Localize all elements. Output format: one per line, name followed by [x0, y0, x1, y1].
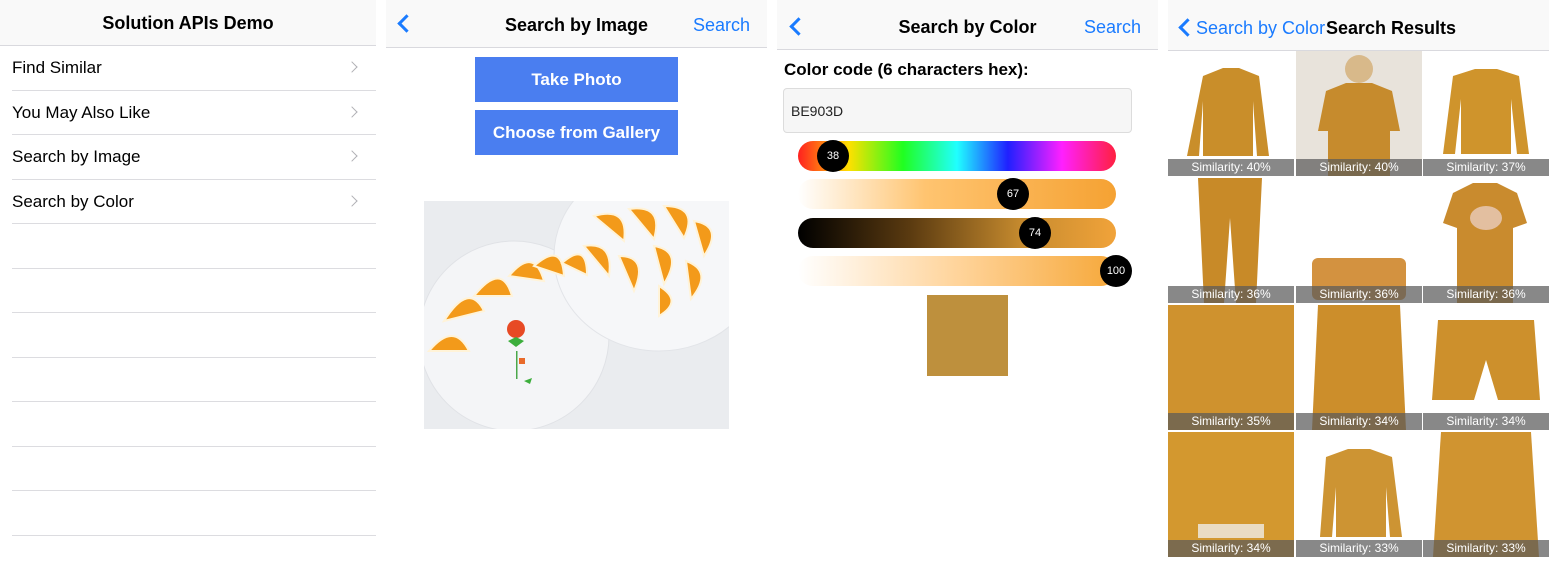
- list-item-find-similar[interactable]: Find Similar: [12, 46, 376, 91]
- empty-row: [12, 358, 376, 402]
- result-item[interactable]: Similarity: 34%: [1423, 305, 1549, 430]
- back-chevron-icon[interactable]: [1178, 18, 1197, 37]
- back-button[interactable]: Search by Color: [1196, 18, 1325, 39]
- search-by-color-screen: Search by Color Search Color code (6 cha…: [777, 0, 1158, 562]
- similarity-label: Similarity: 36%: [1296, 286, 1422, 303]
- take-photo-button[interactable]: Take Photo: [475, 57, 678, 102]
- empty-row: [12, 224, 376, 269]
- empty-row: [12, 269, 376, 313]
- brightness-slider[interactable]: 74: [798, 217, 1116, 249]
- list-item-label: Search by Image: [12, 147, 141, 166]
- pants-image: [1198, 178, 1262, 303]
- wallet-image: [1312, 258, 1406, 300]
- similarity-label: Similarity: 34%: [1423, 413, 1549, 430]
- cardigan-image: [1320, 449, 1402, 537]
- hex-color-input[interactable]: [783, 88, 1132, 133]
- list-item-label: Search by Color: [12, 191, 134, 211]
- result-item[interactable]: Similarity: 40%: [1168, 51, 1294, 176]
- oranges-photo: [424, 201, 729, 429]
- similarity-label: Similarity: 36%: [1423, 286, 1549, 303]
- list-item-you-may-also-like[interactable]: You May Also Like: [12, 91, 376, 135]
- saturation-thumb[interactable]: 67: [997, 178, 1029, 210]
- brightness-thumb[interactable]: 74: [1019, 217, 1051, 249]
- result-item[interactable]: Similarity: 33%: [1423, 432, 1549, 557]
- empty-row: [12, 491, 376, 536]
- similarity-label: Similarity: 36%: [1168, 286, 1294, 303]
- search-button[interactable]: Search: [693, 15, 750, 36]
- chevron-right-icon: [346, 194, 358, 207]
- similarity-label: Similarity: 34%: [1296, 413, 1422, 430]
- result-item[interactable]: Similarity: 35%: [1168, 305, 1294, 430]
- nav-bar: Search by Image Search: [386, 0, 767, 48]
- nav-bar: Solution APIs Demo: [0, 0, 376, 46]
- result-item[interactable]: Similarity: 36%: [1296, 178, 1422, 303]
- sweater-image: [1443, 69, 1529, 154]
- list-item-search-by-image[interactable]: Search by Image: [12, 135, 376, 180]
- color-swatch: [927, 295, 1008, 376]
- hue-thumb[interactable]: 38: [817, 140, 849, 172]
- result-item[interactable]: Similarity: 33%: [1296, 432, 1422, 557]
- empty-row: [12, 447, 376, 491]
- nav-bar: Search by Color Search: [777, 0, 1158, 50]
- alpha-thumb[interactable]: 100: [1100, 255, 1132, 287]
- chevron-right-icon: [346, 150, 358, 162]
- selected-image: [424, 201, 729, 429]
- similarity-label: Similarity: 35%: [1168, 413, 1294, 430]
- result-item[interactable]: Similarity: 37%: [1423, 51, 1549, 176]
- shorts-image: [1432, 320, 1540, 400]
- tshirt-image: [1443, 183, 1527, 303]
- search-results-screen: Search by Color Search Results Similarit…: [1168, 0, 1549, 562]
- choose-from-gallery-button[interactable]: Choose from Gallery: [475, 110, 678, 155]
- chevron-right-icon: [346, 105, 358, 118]
- similarity-label: Similarity: 37%: [1423, 159, 1549, 176]
- hue-slider[interactable]: 38: [798, 140, 1116, 172]
- result-item[interactable]: Similarity: 34%: [1168, 432, 1294, 557]
- result-item[interactable]: Similarity: 40%: [1296, 51, 1422, 176]
- list-item-search-by-color[interactable]: Search by Color: [12, 180, 376, 224]
- result-item[interactable]: Similarity: 34%: [1296, 305, 1422, 430]
- empty-row: [12, 402, 376, 447]
- list-item-label: Find Similar: [12, 58, 102, 77]
- alpha-slider[interactable]: 100: [798, 255, 1132, 287]
- skirt-image: [1312, 305, 1406, 430]
- page-title: Solution APIs Demo: [102, 13, 274, 33]
- clutch-image: [1198, 524, 1264, 538]
- solution-apis-screen: Solution APIs Demo Find Similar You May …: [0, 0, 376, 562]
- result-item[interactable]: Similarity: 36%: [1423, 178, 1549, 303]
- empty-row: [12, 313, 376, 358]
- similarity-label: Similarity: 34%: [1168, 540, 1294, 557]
- model-tshirt-image: [1318, 55, 1400, 176]
- similarity-label: Similarity: 33%: [1423, 540, 1549, 557]
- chevron-right-icon: [346, 61, 358, 73]
- list-item-label: You May Also Like: [12, 102, 151, 122]
- color-code-label: Color code (6 characters hex):: [784, 60, 1029, 79]
- result-item[interactable]: Similarity: 36%: [1168, 178, 1294, 303]
- search-by-image-screen: Search by Image Search Take Photo Choose…: [386, 0, 767, 562]
- similarity-label: Similarity: 40%: [1296, 159, 1422, 176]
- nav-bar: Search by Color Search Results: [1168, 0, 1549, 51]
- similarity-label: Similarity: 33%: [1296, 540, 1422, 557]
- search-button[interactable]: Search: [1084, 17, 1141, 38]
- page-title: Search Results: [1326, 18, 1457, 38]
- similarity-label: Similarity: 40%: [1168, 159, 1294, 176]
- jacket-image: [1187, 68, 1269, 156]
- saturation-slider[interactable]: 67: [798, 178, 1116, 210]
- menu-list: Find Similar You May Also Like Search by…: [0, 46, 376, 536]
- skirt-image: [1433, 432, 1539, 557]
